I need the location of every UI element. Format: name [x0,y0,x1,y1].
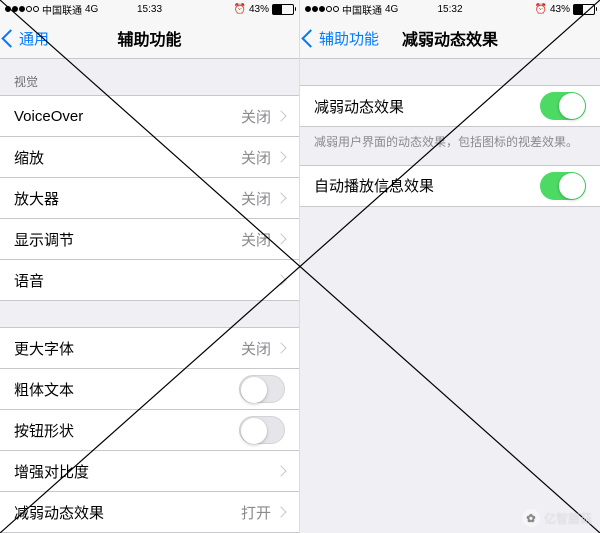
row-label: 减弱动态效果 [14,502,104,523]
row-label: 显示调节 [14,229,74,250]
row-value: 关闭 [241,338,271,359]
row-label: 减弱动态效果 [314,96,404,117]
bold-text-switch[interactable] [239,375,285,403]
chevron-right-icon [275,342,286,353]
row-larger-text[interactable]: 更大字体 关闭 [0,327,299,369]
status-bar: 中国联通 4G 15:32 ⏰ 43% [300,0,600,18]
back-label: 通用 [19,28,49,49]
row-value: 关闭 [241,188,271,209]
row-reduce-motion[interactable]: 减弱动态效果 打开 [0,492,299,533]
row-label: 增强对比度 [14,461,89,482]
nav-bar: 辅助功能 减弱动态效果 [300,18,600,59]
back-button[interactable]: 辅助功能 [300,28,379,49]
clock-label: 15:33 [0,4,299,15]
back-label: 辅助功能 [319,28,379,49]
phone-left: 中国联通 4G 15:33 ⏰ 43% 通用 辅助功能 视觉 VoiceOver… [0,0,300,533]
row-bold-text[interactable]: 粗体文本 [0,369,299,410]
autoplay-effects-switch[interactable] [540,172,586,200]
row-display[interactable]: 显示调节 关闭 [0,219,299,260]
button-shapes-switch[interactable] [239,416,285,444]
row-voiceover[interactable]: VoiceOver 关闭 [0,95,299,137]
row-label: 粗体文本 [14,379,74,400]
chevron-right-icon [275,151,286,162]
chevron-left-icon [301,29,319,47]
row-speech[interactable]: 语音 [0,260,299,301]
row-zoom[interactable]: 缩放 关闭 [0,137,299,178]
chevron-right-icon [275,465,286,476]
battery-icon [272,4,294,15]
chevron-right-icon [275,506,286,517]
row-label: 放大器 [14,188,59,209]
chevron-left-icon [1,29,19,47]
row-label: 按钮形状 [14,420,74,441]
chevron-right-icon [275,274,286,285]
row-value: 关闭 [241,106,271,127]
nav-bar: 通用 辅助功能 [0,18,299,59]
chevron-right-icon [275,233,286,244]
row-label: 缩放 [14,147,44,168]
clock-label: 15:32 [300,4,600,15]
chevron-right-icon [275,110,286,121]
row-value: 打开 [241,502,271,523]
row-label: 语音 [14,270,44,291]
status-bar: 中国联通 4G 15:33 ⏰ 43% [0,0,299,18]
footer-note: 减弱用户界面的动态效果，包括图标的视差效果。 [300,127,600,165]
row-increase-contrast[interactable]: 增强对比度 [0,451,299,492]
reduce-motion-switch[interactable] [540,92,586,120]
back-button[interactable]: 通用 [0,28,49,49]
battery-icon [573,4,595,15]
row-label: 自动播放信息效果 [314,175,434,196]
row-label: VoiceOver [14,108,83,125]
row-label: 更大字体 [14,338,74,359]
phone-right: 中国联通 4G 15:32 ⏰ 43% 辅助功能 减弱动态效果 减弱动态效果 [300,0,600,533]
row-button-shapes[interactable]: 按钮形状 [0,410,299,451]
row-reduce-motion-toggle[interactable]: 减弱动态效果 [300,85,600,127]
section-header: 视觉 [0,59,299,95]
row-value: 关闭 [241,147,271,168]
row-autoplay-msg-effects[interactable]: 自动播放信息效果 [300,165,600,207]
chevron-right-icon [275,192,286,203]
row-value: 关闭 [241,229,271,250]
row-magnifier[interactable]: 放大器 关闭 [0,178,299,219]
